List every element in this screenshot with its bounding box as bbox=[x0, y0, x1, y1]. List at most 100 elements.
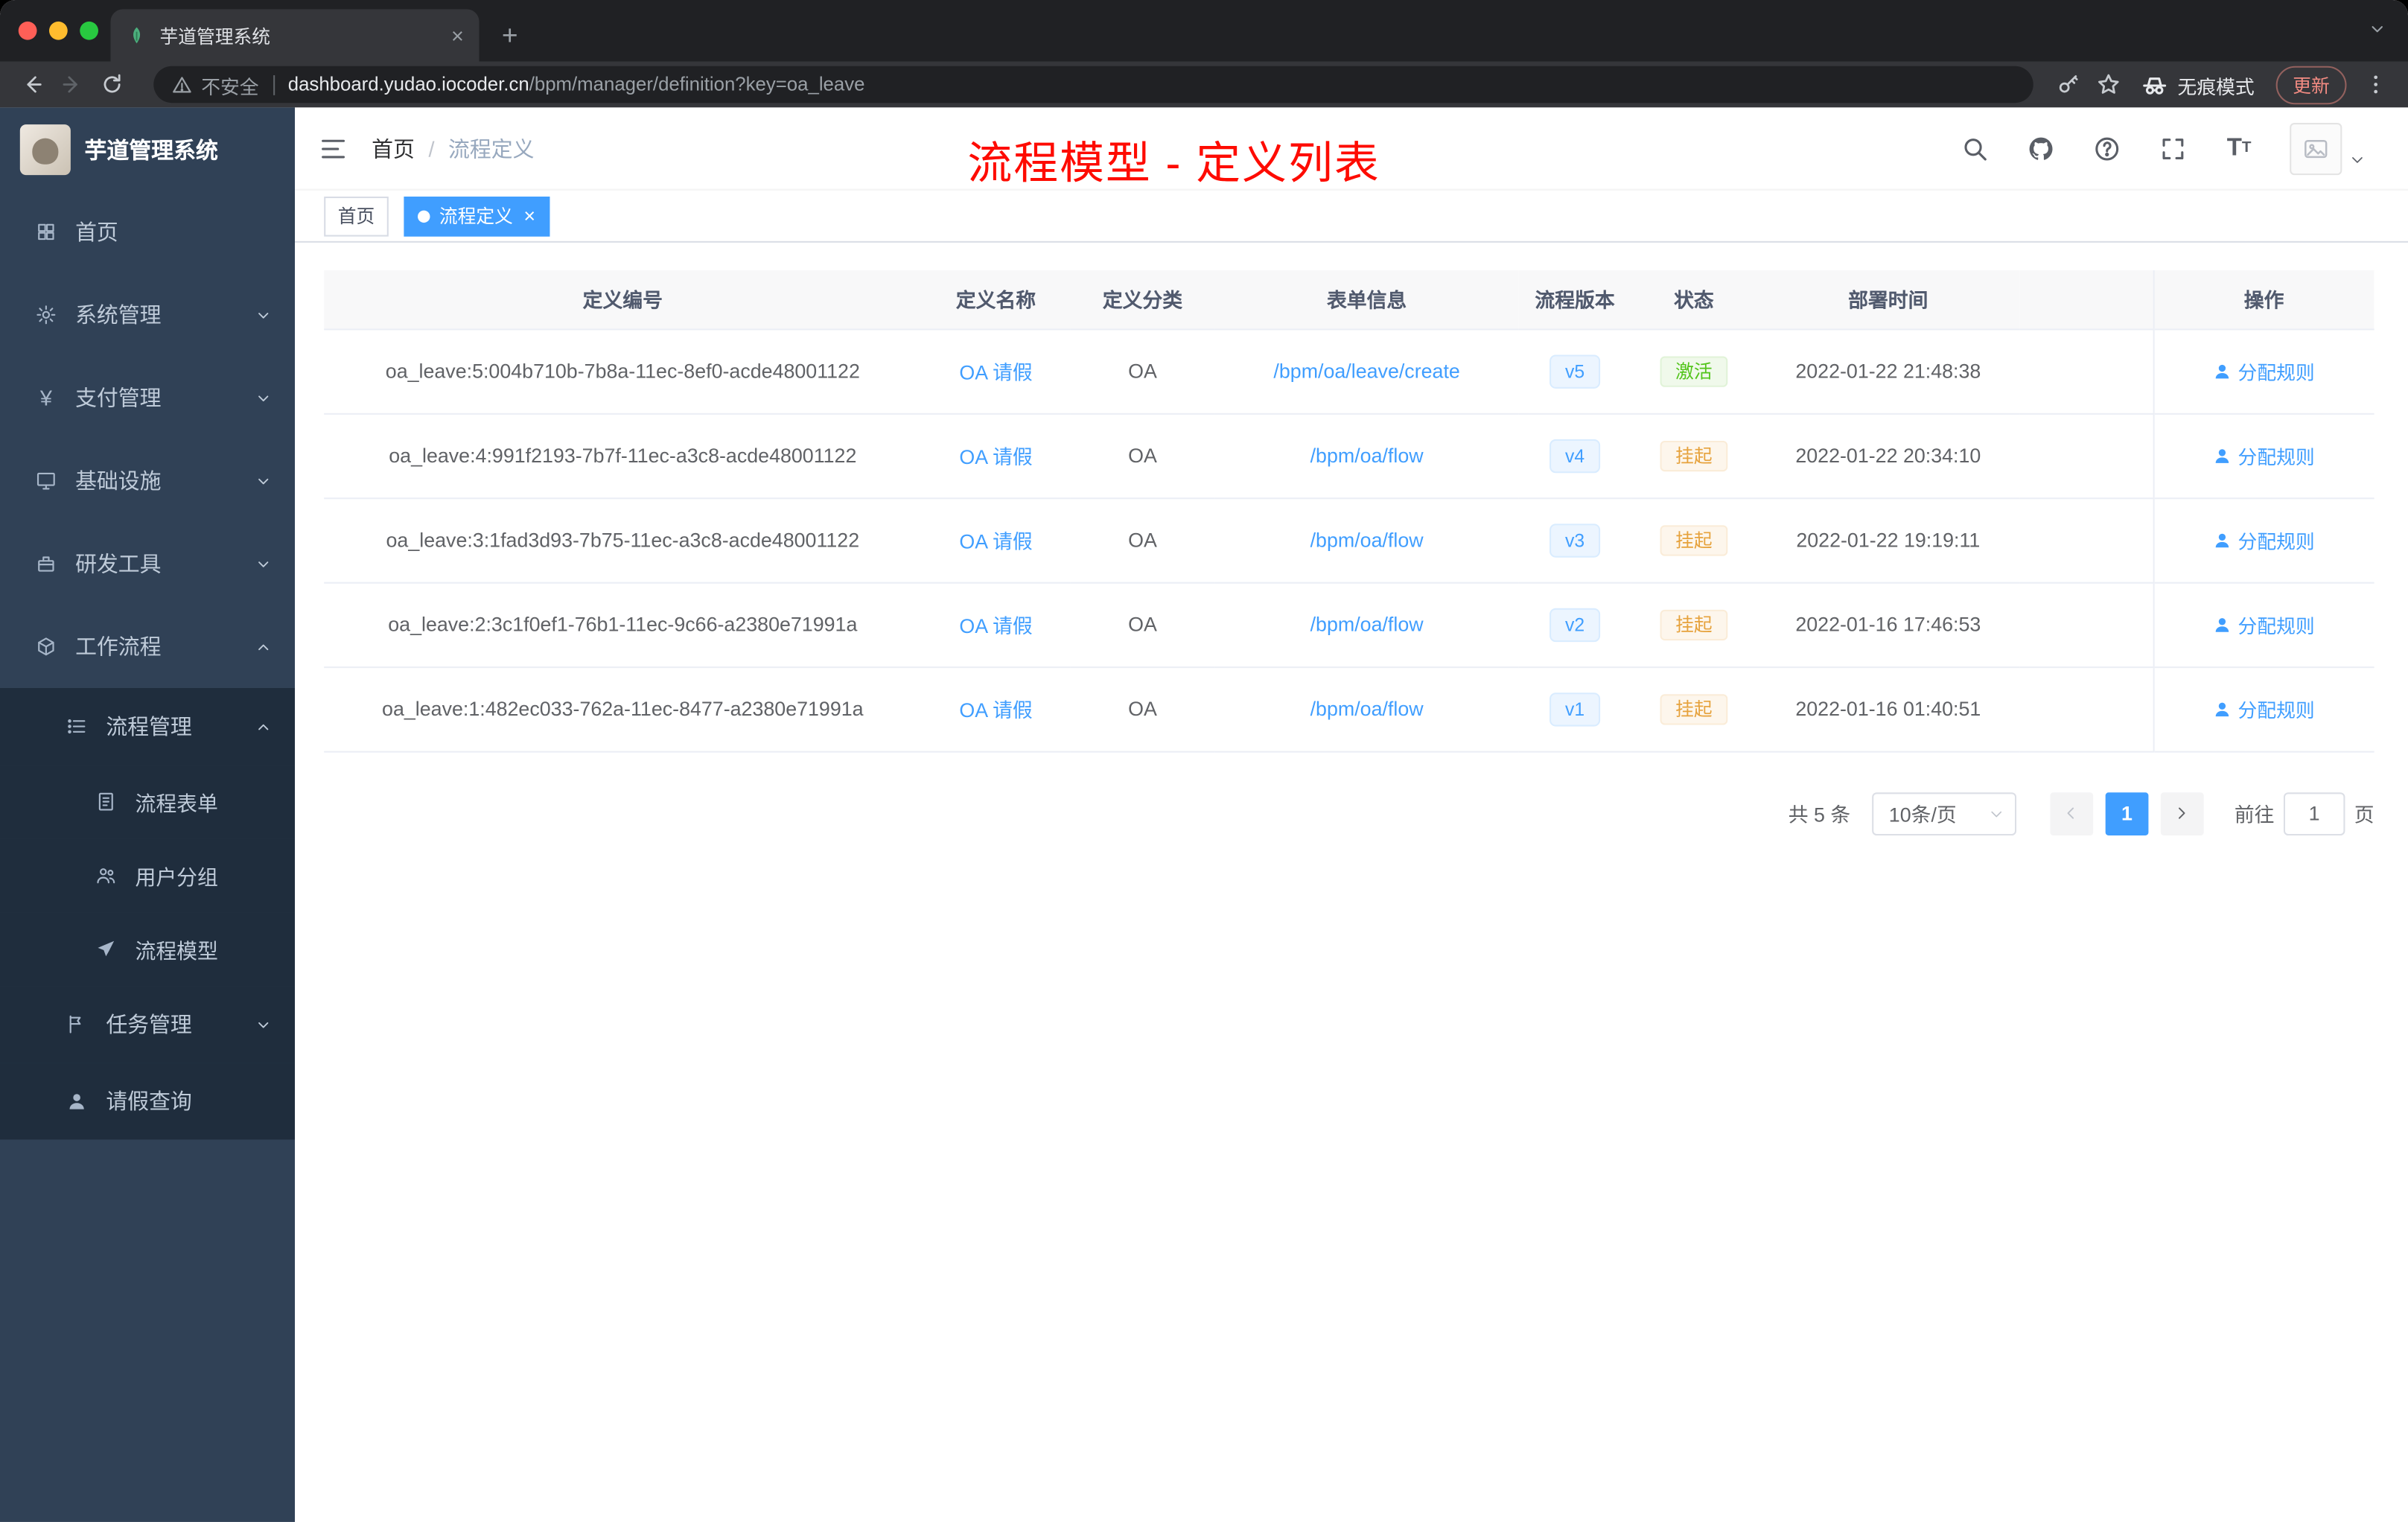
flag-icon bbox=[65, 1013, 89, 1035]
deploy-time-cell: 2022-01-16 01:40:51 bbox=[1756, 666, 2020, 752]
definition-name-link[interactable]: OA 请假 bbox=[959, 445, 1032, 468]
browser-tab[interactable]: 芋道管理系统 × bbox=[110, 9, 480, 62]
github-icon[interactable] bbox=[2025, 133, 2056, 163]
tag-process-definition[interactable]: 流程定义 × bbox=[404, 195, 550, 236]
definition-name-link[interactable]: OA 请假 bbox=[959, 698, 1032, 722]
browser-menu-icon[interactable] bbox=[2356, 65, 2396, 105]
sidebar-item-payment[interactable]: ¥ 支付管理 bbox=[0, 357, 295, 439]
table-body: oa_leave:5:004b710b-7b8a-11ec-8ef0-acde4… bbox=[324, 328, 2374, 752]
assign-rule-link[interactable]: 分配规则 bbox=[2214, 694, 2315, 723]
sidebar-item-process-model[interactable]: 流程模型 bbox=[0, 912, 295, 987]
sidebar-item-label: 基础设施 bbox=[75, 468, 162, 494]
sidebar-item-label: 工作流程 bbox=[75, 634, 162, 659]
col-header-time: 部署时间 bbox=[1756, 270, 2020, 330]
search-icon[interactable] bbox=[1960, 133, 1990, 163]
zoom-window-button[interactable] bbox=[80, 21, 98, 40]
table-row: oa_leave:3:1fad3d93-7b75-11ec-a3c8-acde4… bbox=[324, 497, 2374, 583]
sidebar-item-infra[interactable]: 基础设施 bbox=[0, 439, 295, 522]
workflow-icon bbox=[34, 636, 58, 657]
font-size-icon[interactable]: TT bbox=[2224, 133, 2255, 163]
sidebar-item-process-manage[interactable]: 流程管理 bbox=[0, 688, 295, 765]
back-button[interactable] bbox=[13, 65, 53, 105]
deploy-time-cell: 2022-01-22 21:48:38 bbox=[1756, 328, 2020, 414]
status-cell: 挂起 bbox=[1631, 413, 1757, 499]
user-avatar-dropdown[interactable] bbox=[2290, 121, 2365, 175]
page-size-select[interactable]: 10条/页 bbox=[1872, 792, 2016, 835]
list-icon bbox=[65, 716, 89, 737]
chevron-down-icon bbox=[255, 555, 273, 573]
chevron-down-icon bbox=[255, 1016, 273, 1033]
assign-rule-link[interactable]: 分配规则 bbox=[2214, 525, 2315, 554]
browser-toolbar: 不安全 dashboard.yudao.iocoder.cn /bpm/mana… bbox=[0, 61, 2408, 108]
forward-button[interactable] bbox=[52, 65, 92, 105]
definition-name-link[interactable]: OA 请假 bbox=[959, 530, 1032, 553]
app-root: 芋道管理系统 首页 系统管理 ¥ 支付管理 基础设施 研发工具 工作流程 流程管理 流程表单 用户… bbox=[0, 107, 2408, 1522]
status-cell: 挂起 bbox=[1631, 497, 1757, 583]
tag-home[interactable]: 首页 bbox=[324, 195, 389, 236]
sidebar-item-devtools[interactable]: 研发工具 bbox=[0, 522, 295, 605]
person-icon bbox=[65, 1090, 89, 1112]
next-page-button[interactable] bbox=[2160, 792, 2204, 835]
form-info-link[interactable]: /bpm/oa/flow bbox=[1310, 697, 1424, 720]
breadcrumb-home-link[interactable]: 首页 bbox=[372, 133, 415, 163]
tab-search-chevron-icon[interactable] bbox=[2368, 20, 2386, 39]
tab-favicon-icon bbox=[133, 27, 141, 44]
prev-page-button[interactable] bbox=[2050, 792, 2094, 835]
form-info-cell: /bpm/oa/flow bbox=[1214, 413, 1519, 499]
browser-tabstrip: 芋道管理系统 × + bbox=[0, 0, 2408, 62]
reload-button[interactable] bbox=[92, 65, 133, 105]
password-key-icon[interactable] bbox=[2048, 65, 2089, 105]
definition-name-link[interactable]: OA 请假 bbox=[959, 614, 1032, 637]
sidebar-item-leave-query[interactable]: 请假查询 bbox=[0, 1063, 295, 1140]
minimize-window-button[interactable] bbox=[49, 21, 68, 40]
status-cell: 挂起 bbox=[1631, 666, 1757, 752]
definition-id-cell: oa_leave:5:004b710b-7b8a-11ec-8ef0-acde4… bbox=[324, 328, 922, 414]
tag-home-label: 首页 bbox=[337, 206, 375, 228]
form-info-link[interactable]: /bpm/oa/flow bbox=[1310, 444, 1424, 467]
browser-window: 芋道管理系统 × + 不安全 dashboard.yudao.iocoder.c… bbox=[0, 0, 2408, 1522]
sidebar-item-home[interactable]: 首页 bbox=[0, 191, 295, 273]
status-badge: 挂起 bbox=[1660, 693, 1728, 725]
fullscreen-icon[interactable] bbox=[2158, 133, 2188, 163]
col-header-status: 状态 bbox=[1631, 270, 1757, 330]
col-header-filler bbox=[2019, 270, 2153, 330]
assign-rule-label: 分配规则 bbox=[2237, 362, 2315, 384]
security-warning-icon bbox=[172, 74, 192, 95]
assign-rule-link[interactable]: 分配规则 bbox=[2214, 610, 2315, 639]
assign-rule-link[interactable]: 分配规则 bbox=[2214, 357, 2315, 386]
new-tab-button[interactable]: + bbox=[488, 14, 532, 57]
sidebar-item-workflow[interactable]: 工作流程 bbox=[0, 605, 295, 688]
tag-close-icon[interactable]: × bbox=[523, 206, 535, 226]
definition-name-link[interactable]: OA 请假 bbox=[959, 361, 1032, 384]
form-info-link[interactable]: /bpm/oa/flow bbox=[1310, 529, 1424, 552]
sidebar-item-label: 流程模型 bbox=[135, 940, 218, 964]
action-cell: 分配规则 bbox=[2152, 582, 2374, 668]
sidebar-toggle-hamburger-icon[interactable] bbox=[319, 134, 347, 162]
user-icon bbox=[2214, 446, 2232, 465]
tab-close-icon[interactable]: × bbox=[451, 25, 464, 46]
pagination: 共 5 条 10条/页 1 前往 页 bbox=[324, 792, 2374, 835]
filler-cell bbox=[2019, 497, 2153, 583]
chrome-update-button[interactable]: 更新 bbox=[2275, 65, 2347, 104]
table-header-row: 定义编号 定义名称 定义分类 表单信息 流程版本 状态 部署时间 操作 bbox=[324, 270, 2374, 330]
help-question-icon[interactable] bbox=[2092, 133, 2122, 163]
close-window-button[interactable] bbox=[18, 21, 37, 40]
sidebar-item-user-group[interactable]: 用户分组 bbox=[0, 838, 295, 913]
address-bar[interactable]: 不安全 dashboard.yudao.iocoder.cn /bpm/mana… bbox=[153, 66, 2033, 104]
sidebar-item-label: 任务管理 bbox=[106, 1012, 192, 1037]
sidebar-item-system[interactable]: 系统管理 bbox=[0, 273, 295, 356]
deploy-time-cell: 2022-01-22 20:34:10 bbox=[1756, 413, 2020, 499]
sidebar-item-task-manage[interactable]: 任务管理 bbox=[0, 986, 295, 1063]
form-info-cell: /bpm/oa/leave/create bbox=[1214, 328, 1519, 414]
sidebar-item-process-form[interactable]: 流程表单 bbox=[0, 765, 295, 839]
form-info-link[interactable]: /bpm/oa/flow bbox=[1310, 613, 1424, 636]
page-number-button[interactable]: 1 bbox=[2105, 792, 2149, 835]
form-info-link[interactable]: /bpm/oa/leave/create bbox=[1273, 360, 1459, 383]
chevron-down-icon bbox=[255, 472, 273, 489]
bookmark-star-icon[interactable] bbox=[2089, 65, 2129, 105]
goto-label: 前往 bbox=[2234, 803, 2275, 827]
goto-page-input[interactable] bbox=[2283, 792, 2345, 835]
assign-rule-link[interactable]: 分配规则 bbox=[2214, 441, 2315, 470]
logo-title: 芋道管理系统 bbox=[84, 138, 218, 164]
col-header-action: 操作 bbox=[2152, 270, 2374, 330]
